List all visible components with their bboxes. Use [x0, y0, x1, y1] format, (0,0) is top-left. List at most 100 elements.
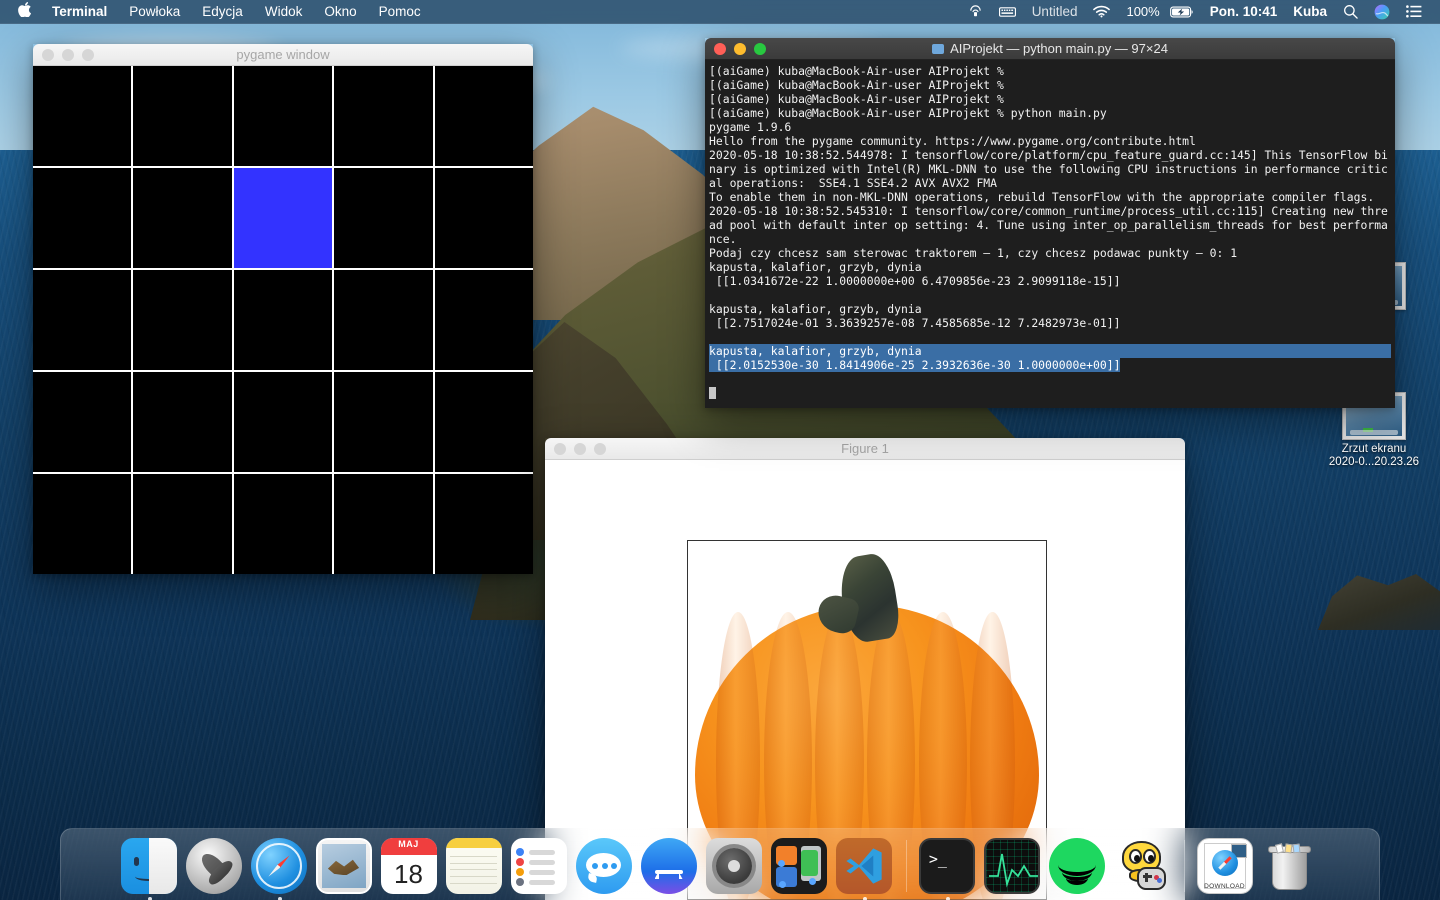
dock-item-snes-emulator[interactable]: [1114, 838, 1172, 900]
pygame-cell-active[interactable]: [233, 168, 333, 268]
figure-y-tick-mark: [687, 541, 688, 542]
minimize-button[interactable]: [734, 42, 746, 55]
pygame-cell[interactable]: [334, 66, 433, 166]
pygame-cell[interactable]: [434, 66, 533, 166]
menu-bar: Terminal Powłoka Edycja Widok Okno Pomoc: [0, 0, 1440, 24]
figure-y-tick-mark: [687, 586, 688, 587]
figure-y-tick-mark: [687, 631, 688, 632]
pygame-cell[interactable]: [233, 372, 333, 472]
dock-item-spotify[interactable]: [1048, 838, 1107, 900]
dock-item-app-store[interactable]: [640, 838, 699, 896]
siri-icon[interactable]: [1366, 4, 1398, 20]
figure-window-titlebar[interactable]: Figure 1: [545, 438, 1185, 460]
minimize-button[interactable]: [574, 442, 586, 455]
pygame-cell[interactable]: [33, 66, 132, 166]
mail-icon: [315, 838, 372, 894]
terminal-cursor: [709, 387, 716, 399]
battery-charging-icon[interactable]: [1168, 6, 1202, 18]
pygame-cell[interactable]: [133, 270, 232, 370]
pygame-cell[interactable]: [133, 372, 232, 472]
pygame-cell[interactable]: [233, 66, 333, 166]
pygame-cell[interactable]: [334, 168, 433, 268]
zoom-button[interactable]: [594, 442, 606, 455]
close-button[interactable]: [714, 42, 726, 55]
pygame-cell[interactable]: [434, 168, 533, 268]
menu-item-widok[interactable]: Widok: [254, 0, 314, 24]
close-button[interactable]: [554, 442, 566, 455]
terminal-window[interactable]: AIProjekt — python main.py — 97×24 [(aiG…: [705, 38, 1395, 408]
input-source-label[interactable]: Untitled: [1024, 0, 1086, 24]
dock-item-calendar[interactable]: MAJ 18: [380, 838, 439, 896]
pygame-cell[interactable]: [334, 372, 433, 472]
menu-bar-status-area: Untitled 100% Pon. 10:41 Kuba: [960, 0, 1440, 24]
pygame-cell[interactable]: [334, 474, 433, 574]
figure-y-tick-mark: [687, 766, 688, 767]
pygame-cell[interactable]: [233, 474, 333, 574]
calendar-month-label: MAJ: [398, 839, 419, 849]
app-store-icon: [640, 838, 697, 894]
vpn-lock-icon[interactable]: [960, 4, 991, 19]
pygame-cell[interactable]: [233, 270, 333, 370]
dock-item-messages[interactable]: [575, 838, 634, 896]
pygame-window-titlebar[interactable]: pygame window: [33, 44, 533, 66]
dock-item-terminal[interactable]: >_: [918, 838, 977, 900]
snes-emulator-icon: [1114, 838, 1170, 894]
dock-item-notes[interactable]: [445, 838, 504, 896]
vscode-icon: [835, 838, 892, 894]
pygame-cell[interactable]: [33, 474, 132, 574]
dock-item-reminders[interactable]: [510, 838, 569, 896]
zoom-button[interactable]: [82, 48, 94, 61]
menu-item-pomoc[interactable]: Pomoc: [368, 0, 432, 24]
keyboard-icon[interactable]: [991, 6, 1024, 18]
pygame-cell[interactable]: [33, 168, 132, 268]
menu-bar-left: Terminal Powłoka Edycja Widok Okno Pomoc: [0, 0, 432, 24]
apple-menu-icon[interactable]: [12, 1, 41, 22]
pygame-cell[interactable]: [434, 474, 533, 574]
pygame-cell[interactable]: [133, 474, 232, 574]
gear-icon: [705, 838, 762, 894]
window-controls[interactable]: [705, 42, 766, 55]
folder-icon: [932, 43, 945, 54]
notification-center-icon[interactable]: [1398, 5, 1430, 18]
dock-separator: [905, 840, 907, 892]
pygame-cell[interactable]: [133, 66, 232, 166]
menu-item-okno[interactable]: Okno: [313, 0, 367, 24]
terminal-window-titlebar[interactable]: AIProjekt — python main.py — 97×24: [705, 38, 1395, 60]
dock-item-activity-monitor[interactable]: [983, 838, 1042, 896]
pygame-cell[interactable]: [33, 270, 132, 370]
minimize-button[interactable]: [62, 48, 74, 61]
dock-item-finder[interactable]: [120, 838, 179, 900]
pygame-cell[interactable]: [434, 270, 533, 370]
pygame-cell[interactable]: [434, 372, 533, 472]
safari-icon: [250, 838, 307, 894]
pygame-cell[interactable]: [33, 372, 132, 472]
menu-item-terminal[interactable]: Terminal: [41, 0, 118, 24]
clock-label[interactable]: Pon. 10:41: [1202, 0, 1286, 24]
search-icon[interactable]: [1335, 4, 1366, 19]
terminal-output[interactable]: [(aiGame) kuba@MacBook-Air-user AIProjek…: [705, 60, 1395, 408]
dock-item-download-file[interactable]: DOWNLOAD: [1196, 838, 1255, 896]
dock-item-system-preferences[interactable]: [705, 838, 764, 896]
window-controls[interactable]: [33, 48, 94, 61]
pygame-window[interactable]: pygame window: [33, 44, 533, 574]
dock-item-launchpad[interactable]: [185, 838, 244, 896]
dock-item-vscode[interactable]: [835, 838, 894, 900]
pygame-grid-canvas[interactable]: [33, 66, 533, 574]
dock-item-safari[interactable]: [250, 838, 309, 900]
zoom-button[interactable]: [754, 42, 766, 55]
dock-item-keynote[interactable]: [770, 838, 829, 896]
window-controls[interactable]: [545, 442, 606, 455]
battery-percent-label[interactable]: 100%: [1118, 0, 1167, 24]
dock-item-trash[interactable]: [1262, 838, 1320, 896]
dock[interactable]: MAJ 18 >_ DOWNLOAD: [60, 828, 1380, 900]
pygame-cell[interactable]: [133, 168, 232, 268]
pygame-cell[interactable]: [334, 270, 433, 370]
close-button[interactable]: [42, 48, 54, 61]
menu-item-powloka[interactable]: Powłoka: [118, 0, 191, 24]
user-label[interactable]: Kuba: [1285, 0, 1335, 24]
menu-item-edycja[interactable]: Edycja: [191, 0, 254, 24]
wifi-icon[interactable]: [1085, 5, 1118, 18]
dock-item-mail[interactable]: [315, 838, 374, 896]
launchpad-icon: [185, 838, 242, 894]
